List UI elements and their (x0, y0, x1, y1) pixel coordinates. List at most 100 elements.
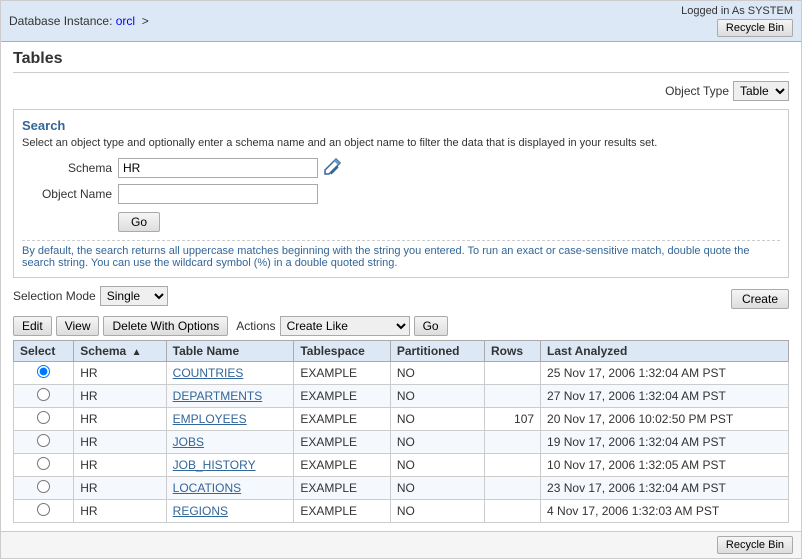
table-name-link[interactable]: EMPLOYEES (173, 412, 247, 426)
edit-button[interactable]: Edit (13, 316, 52, 336)
top-bar-right: Logged in As SYSTEM Recycle Bin (681, 5, 793, 37)
last-analyzed-cell: 4 Nov 17, 2006 1:32:03 AM PST (541, 500, 789, 523)
rows-cell (485, 385, 541, 408)
tablename-cell[interactable]: JOB_HISTORY (166, 454, 294, 477)
search-section: Search Select an object type and optiona… (13, 109, 789, 278)
schema-cell: HR (74, 431, 166, 454)
last-analyzed-cell: 23 Nov 17, 2006 1:32:04 AM PST (541, 477, 789, 500)
tablespace-cell: EXAMPLE (294, 500, 390, 523)
schema-cell: HR (74, 477, 166, 500)
action-buttons-row: Edit View Delete With Options Actions Cr… (13, 316, 789, 336)
partitioned-cell: NO (390, 385, 484, 408)
table-name-link[interactable]: LOCATIONS (173, 481, 241, 495)
schema-row: Schema (22, 157, 780, 178)
last-analyzed-cell: 19 Nov 17, 2006 1:32:04 AM PST (541, 431, 789, 454)
tablespace-cell: EXAMPLE (294, 431, 390, 454)
row-radio[interactable] (37, 388, 50, 401)
tablename-cell[interactable]: COUNTRIES (166, 362, 294, 385)
edit-icon[interactable] (324, 157, 342, 178)
select-cell[interactable] (14, 362, 74, 385)
tables-table: Select Schema ▲ Table Name Tablespace Pa… (13, 340, 789, 523)
top-bar: Database Instance: orcl > Logged in As S… (1, 1, 801, 42)
col-schema[interactable]: Schema ▲ (74, 341, 166, 362)
create-button[interactable]: Create (731, 289, 789, 309)
col-tablespace: Tablespace (294, 341, 390, 362)
tablespace-cell: EXAMPLE (294, 362, 390, 385)
table-name-link[interactable]: JOB_HISTORY (173, 458, 256, 472)
logged-in-label: Logged in As SYSTEM (681, 5, 793, 17)
table-name-link[interactable]: COUNTRIES (173, 366, 244, 380)
select-cell[interactable] (14, 500, 74, 523)
tablespace-cell: EXAMPLE (294, 477, 390, 500)
object-type-select[interactable]: Table View Index (733, 81, 789, 101)
table-row: HR DEPARTMENTS EXAMPLENO 27 Nov 17, 2006 1:… (14, 385, 789, 408)
tablename-cell[interactable]: EMPLOYEES (166, 408, 294, 431)
row-radio[interactable] (37, 365, 50, 378)
col-rows: Rows (485, 341, 541, 362)
select-cell[interactable] (14, 431, 74, 454)
tablename-cell[interactable]: DEPARTMENTS (166, 385, 294, 408)
tablename-cell[interactable]: REGIONS (166, 500, 294, 523)
col-tablename: Table Name (166, 341, 294, 362)
breadcrumb: Database Instance: orcl > (9, 14, 149, 28)
selection-mode-label: Selection Mode (13, 289, 96, 303)
rows-cell (485, 362, 541, 385)
search-description: Select an object type and optionally ent… (22, 137, 780, 149)
partitioned-cell: NO (390, 431, 484, 454)
tablespace-cell: EXAMPLE (294, 385, 390, 408)
partitioned-cell: NO (390, 454, 484, 477)
actions-go-button[interactable]: Go (414, 316, 448, 336)
table-name-link[interactable]: JOBS (173, 435, 204, 449)
row-radio[interactable] (37, 503, 50, 516)
schema-cell: HR (74, 385, 166, 408)
recycle-bin-button-bottom[interactable]: Recycle Bin (717, 536, 793, 554)
col-select: Select (14, 341, 74, 362)
tablespace-cell: EXAMPLE (294, 408, 390, 431)
rows-cell (485, 500, 541, 523)
select-cell[interactable] (14, 408, 74, 431)
last-analyzed-cell: 20 Nov 17, 2006 10:02:50 PM PST (541, 408, 789, 431)
actions-label: Actions (236, 319, 275, 333)
partitioned-cell: NO (390, 408, 484, 431)
partitioned-cell: NO (390, 362, 484, 385)
row-radio[interactable] (37, 411, 50, 424)
search-title: Search (22, 118, 780, 133)
schema-cell: HR (74, 454, 166, 477)
recycle-bin-button-top[interactable]: Recycle Bin (717, 19, 793, 37)
row-radio[interactable] (37, 457, 50, 470)
page-title: Tables (13, 50, 789, 73)
col-partitioned: Partitioned (390, 341, 484, 362)
object-name-input[interactable] (118, 184, 318, 204)
select-cell[interactable] (14, 385, 74, 408)
schema-cell: HR (74, 362, 166, 385)
table-row: HRREGIONSEXAMPLENO4 Nov 17, 2006 1:32:03… (14, 500, 789, 523)
selection-mode-select[interactable]: Single Multiple (100, 286, 168, 306)
partitioned-cell: NO (390, 477, 484, 500)
view-button[interactable]: View (56, 316, 100, 336)
row-radio[interactable] (37, 434, 50, 447)
table-name-link[interactable]: DEPARTMENTS (173, 389, 263, 403)
rows-cell (485, 454, 541, 477)
delete-button[interactable]: Delete With Options (103, 316, 228, 336)
actions-select[interactable]: Create Like Generate DDL Statistics (280, 316, 410, 336)
table-row: HREMPLOYEESEXAMPLENO10720 Nov 17, 2006 1… (14, 408, 789, 431)
table-name-link[interactable]: REGIONS (173, 504, 228, 518)
table-row: HR JOBS EXAMPLENO 19 Nov 17, 2006 1:32:04 A… (14, 431, 789, 454)
object-name-row: Object Name (22, 184, 780, 204)
db-instance-link[interactable]: orcl (116, 14, 135, 28)
bottom-bar: Recycle Bin (1, 531, 801, 558)
object-name-label: Object Name (22, 187, 112, 201)
schema-sort-icon: ▲ (132, 347, 142, 358)
schema-label: Schema (22, 161, 112, 175)
tablename-cell[interactable]: LOCATIONS (166, 477, 294, 500)
schema-input[interactable] (118, 158, 318, 178)
row-radio[interactable] (37, 480, 50, 493)
select-cell[interactable] (14, 477, 74, 500)
tablespace-cell: EXAMPLE (294, 454, 390, 477)
tablename-cell[interactable]: JOBS (166, 431, 294, 454)
search-go-button[interactable]: Go (118, 212, 160, 232)
last-analyzed-cell: 27 Nov 17, 2006 1:32:04 AM PST (541, 385, 789, 408)
select-cell[interactable] (14, 454, 74, 477)
object-type-row: Object Type Table View Index (13, 81, 789, 101)
rows-cell: 107 (485, 408, 541, 431)
